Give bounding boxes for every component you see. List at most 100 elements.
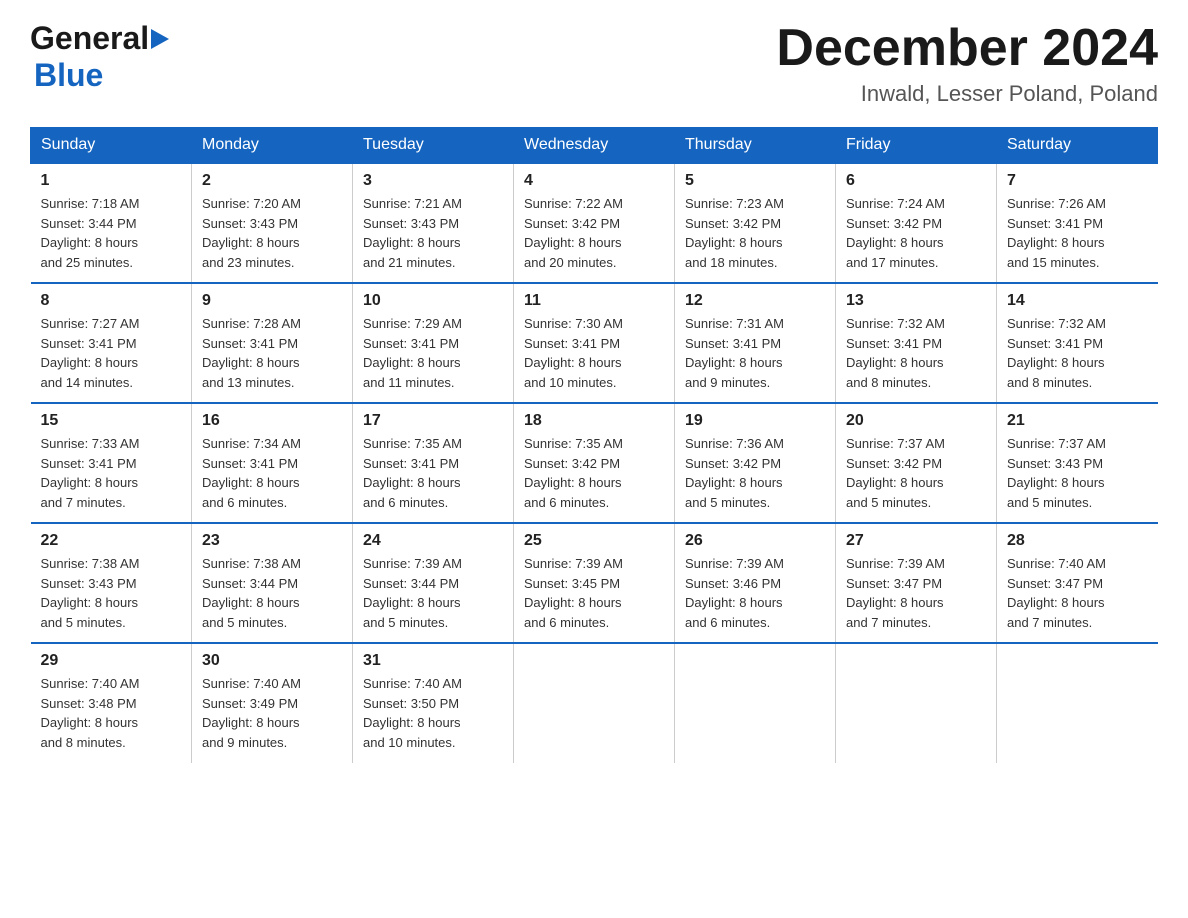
week-row-2: 8 Sunrise: 7:27 AM Sunset: 3:41 PM Daylig… bbox=[31, 283, 1158, 403]
day-number: 30 bbox=[202, 652, 342, 670]
day-number: 16 bbox=[202, 412, 342, 430]
calendar-cell bbox=[514, 643, 675, 763]
day-info: Sunrise: 7:37 AM Sunset: 3:43 PM Dayligh… bbox=[1007, 434, 1148, 512]
day-info: Sunrise: 7:32 AM Sunset: 3:41 PM Dayligh… bbox=[846, 314, 986, 392]
calendar-cell: 16Sunrise: 7:34 AM Sunset: 3:41 PM Dayli… bbox=[192, 403, 353, 523]
logo-triangle-icon bbox=[151, 29, 173, 51]
weekday-header-thursday: Thursday bbox=[675, 128, 836, 164]
calendar-cell: 18 Sunrise: 7:35 AM Sunset: 3:42 PM Dayli… bbox=[514, 403, 675, 523]
calendar-cell: 17 Sunrise: 7:35 AM Sunset: 3:41 PM Dayli… bbox=[353, 403, 514, 523]
calendar-cell: 1 Sunrise: 7:18 AM Sunset: 3:44 PM Daylig… bbox=[31, 163, 192, 283]
calendar-cell: 22 Sunrise: 7:38 AM Sunset: 3:43 PM Dayli… bbox=[31, 523, 192, 643]
day-number: 28 bbox=[1007, 532, 1148, 550]
day-info: Sunrise: 7:23 AM Sunset: 3:42 PM Dayligh… bbox=[685, 194, 825, 272]
day-number: 5 bbox=[685, 172, 825, 190]
day-number: 1 bbox=[41, 172, 182, 190]
day-info: Sunrise: 7:32 AM Sunset: 3:41 PM Dayligh… bbox=[1007, 314, 1148, 392]
calendar-cell: 23 Sunrise: 7:38 AM Sunset: 3:44 PM Dayli… bbox=[192, 523, 353, 643]
weekday-header-wednesday: Wednesday bbox=[514, 128, 675, 164]
day-info: Sunrise: 7:37 AM Sunset: 3:42 PM Dayligh… bbox=[846, 434, 986, 512]
day-number: 31 bbox=[363, 652, 503, 670]
day-info: Sunrise: 7:26 AM Sunset: 3:41 PM Dayligh… bbox=[1007, 194, 1148, 272]
day-number: 25 bbox=[524, 532, 664, 550]
day-number: 27 bbox=[846, 532, 986, 550]
day-number: 18 bbox=[524, 412, 664, 430]
day-info: Sunrise: 7:20 AM Sunset: 3:43 PM Dayligh… bbox=[202, 194, 342, 272]
logo-blue: Blue bbox=[30, 57, 103, 94]
calendar-cell bbox=[997, 643, 1158, 763]
day-info: Sunrise: 7:40 AM Sunset: 3:48 PM Dayligh… bbox=[41, 674, 182, 752]
day-number: 14 bbox=[1007, 292, 1148, 310]
weekday-header-monday: Monday bbox=[192, 128, 353, 164]
calendar-cell: 28 Sunrise: 7:40 AM Sunset: 3:47 PM Dayli… bbox=[997, 523, 1158, 643]
day-info: Sunrise: 7:31 AM Sunset: 3:41 PM Dayligh… bbox=[685, 314, 825, 392]
calendar-cell: 5 Sunrise: 7:23 AM Sunset: 3:42 PM Daylig… bbox=[675, 163, 836, 283]
day-info: Sunrise: 7:38 AM Sunset: 3:44 PM Dayligh… bbox=[202, 554, 342, 632]
calendar-cell: 8 Sunrise: 7:27 AM Sunset: 3:41 PM Daylig… bbox=[31, 283, 192, 403]
day-number: 22 bbox=[41, 532, 182, 550]
day-info: Sunrise: 7:39 AM Sunset: 3:44 PM Dayligh… bbox=[363, 554, 503, 632]
calendar-header: SundayMondayTuesdayWednesdayThursdayFrid… bbox=[31, 128, 1158, 164]
day-info: Sunrise: 7:39 AM Sunset: 3:47 PM Dayligh… bbox=[846, 554, 986, 632]
calendar-cell: 12Sunrise: 7:31 AM Sunset: 3:41 PM Dayli… bbox=[675, 283, 836, 403]
day-number: 26 bbox=[685, 532, 825, 550]
day-number: 4 bbox=[524, 172, 664, 190]
day-number: 3 bbox=[363, 172, 503, 190]
day-number: 23 bbox=[202, 532, 342, 550]
calendar-cell: 2 Sunrise: 7:20 AM Sunset: 3:43 PM Daylig… bbox=[192, 163, 353, 283]
week-row-4: 22 Sunrise: 7:38 AM Sunset: 3:43 PM Dayli… bbox=[31, 523, 1158, 643]
day-info: Sunrise: 7:29 AM Sunset: 3:41 PM Dayligh… bbox=[363, 314, 503, 392]
month-title: December 2024 bbox=[776, 20, 1158, 77]
day-number: 10 bbox=[363, 292, 503, 310]
day-info: Sunrise: 7:40 AM Sunset: 3:49 PM Dayligh… bbox=[202, 674, 342, 752]
day-info: Sunrise: 7:35 AM Sunset: 3:41 PM Dayligh… bbox=[363, 434, 503, 512]
week-row-3: 15Sunrise: 7:33 AM Sunset: 3:41 PM Dayli… bbox=[31, 403, 1158, 523]
calendar-cell: 13 Sunrise: 7:32 AM Sunset: 3:41 PM Dayli… bbox=[836, 283, 997, 403]
day-info: Sunrise: 7:40 AM Sunset: 3:47 PM Dayligh… bbox=[1007, 554, 1148, 632]
calendar-cell: 21 Sunrise: 7:37 AM Sunset: 3:43 PM Dayli… bbox=[997, 403, 1158, 523]
day-info: Sunrise: 7:18 AM Sunset: 3:44 PM Dayligh… bbox=[41, 194, 182, 272]
day-number: 20 bbox=[846, 412, 986, 430]
calendar-table: SundayMondayTuesdayWednesdayThursdayFrid… bbox=[30, 127, 1158, 763]
weekday-header-tuesday: Tuesday bbox=[353, 128, 514, 164]
day-info: Sunrise: 7:39 AM Sunset: 3:45 PM Dayligh… bbox=[524, 554, 664, 632]
logo-general: General bbox=[30, 20, 149, 57]
day-info: Sunrise: 7:30 AM Sunset: 3:41 PM Dayligh… bbox=[524, 314, 664, 392]
calendar-cell: 3 Sunrise: 7:21 AM Sunset: 3:43 PM Daylig… bbox=[353, 163, 514, 283]
day-number: 17 bbox=[363, 412, 503, 430]
day-info: Sunrise: 7:38 AM Sunset: 3:43 PM Dayligh… bbox=[41, 554, 182, 632]
day-number: 21 bbox=[1007, 412, 1148, 430]
calendar-body: 1 Sunrise: 7:18 AM Sunset: 3:44 PM Daylig… bbox=[31, 163, 1158, 763]
day-number: 8 bbox=[41, 292, 182, 310]
day-info: Sunrise: 7:27 AM Sunset: 3:41 PM Dayligh… bbox=[41, 314, 182, 392]
day-number: 13 bbox=[846, 292, 986, 310]
calendar-cell: 10 Sunrise: 7:29 AM Sunset: 3:41 PM Dayli… bbox=[353, 283, 514, 403]
calendar-cell: 15Sunrise: 7:33 AM Sunset: 3:41 PM Dayli… bbox=[31, 403, 192, 523]
day-number: 24 bbox=[363, 532, 503, 550]
location: Inwald, Lesser Poland, Poland bbox=[776, 81, 1158, 107]
day-number: 2 bbox=[202, 172, 342, 190]
week-row-1: 1 Sunrise: 7:18 AM Sunset: 3:44 PM Daylig… bbox=[31, 163, 1158, 283]
calendar-cell bbox=[836, 643, 997, 763]
day-info: Sunrise: 7:36 AM Sunset: 3:42 PM Dayligh… bbox=[685, 434, 825, 512]
day-number: 7 bbox=[1007, 172, 1148, 190]
weekday-header-saturday: Saturday bbox=[997, 128, 1158, 164]
day-number: 11 bbox=[524, 292, 664, 310]
day-info: Sunrise: 7:35 AM Sunset: 3:42 PM Dayligh… bbox=[524, 434, 664, 512]
day-info: Sunrise: 7:24 AM Sunset: 3:42 PM Dayligh… bbox=[846, 194, 986, 272]
calendar-cell: 9Sunrise: 7:28 AM Sunset: 3:41 PM Daylig… bbox=[192, 283, 353, 403]
day-info: Sunrise: 7:21 AM Sunset: 3:43 PM Dayligh… bbox=[363, 194, 503, 272]
weekday-header-friday: Friday bbox=[836, 128, 997, 164]
day-number: 15 bbox=[41, 412, 182, 430]
day-info: Sunrise: 7:28 AM Sunset: 3:41 PM Dayligh… bbox=[202, 314, 342, 392]
calendar-cell: 4Sunrise: 7:22 AM Sunset: 3:42 PM Daylig… bbox=[514, 163, 675, 283]
week-row-5: 29Sunrise: 7:40 AM Sunset: 3:48 PM Dayli… bbox=[31, 643, 1158, 763]
calendar-cell: 7 Sunrise: 7:26 AM Sunset: 3:41 PM Daylig… bbox=[997, 163, 1158, 283]
day-number: 6 bbox=[846, 172, 986, 190]
day-info: Sunrise: 7:39 AM Sunset: 3:46 PM Dayligh… bbox=[685, 554, 825, 632]
calendar-cell: 6 Sunrise: 7:24 AM Sunset: 3:42 PM Daylig… bbox=[836, 163, 997, 283]
calendar-cell: 29Sunrise: 7:40 AM Sunset: 3:48 PM Dayli… bbox=[31, 643, 192, 763]
calendar-cell bbox=[675, 643, 836, 763]
calendar-cell: 30 Sunrise: 7:40 AM Sunset: 3:49 PM Dayli… bbox=[192, 643, 353, 763]
calendar-cell: 26 Sunrise: 7:39 AM Sunset: 3:46 PM Dayli… bbox=[675, 523, 836, 643]
